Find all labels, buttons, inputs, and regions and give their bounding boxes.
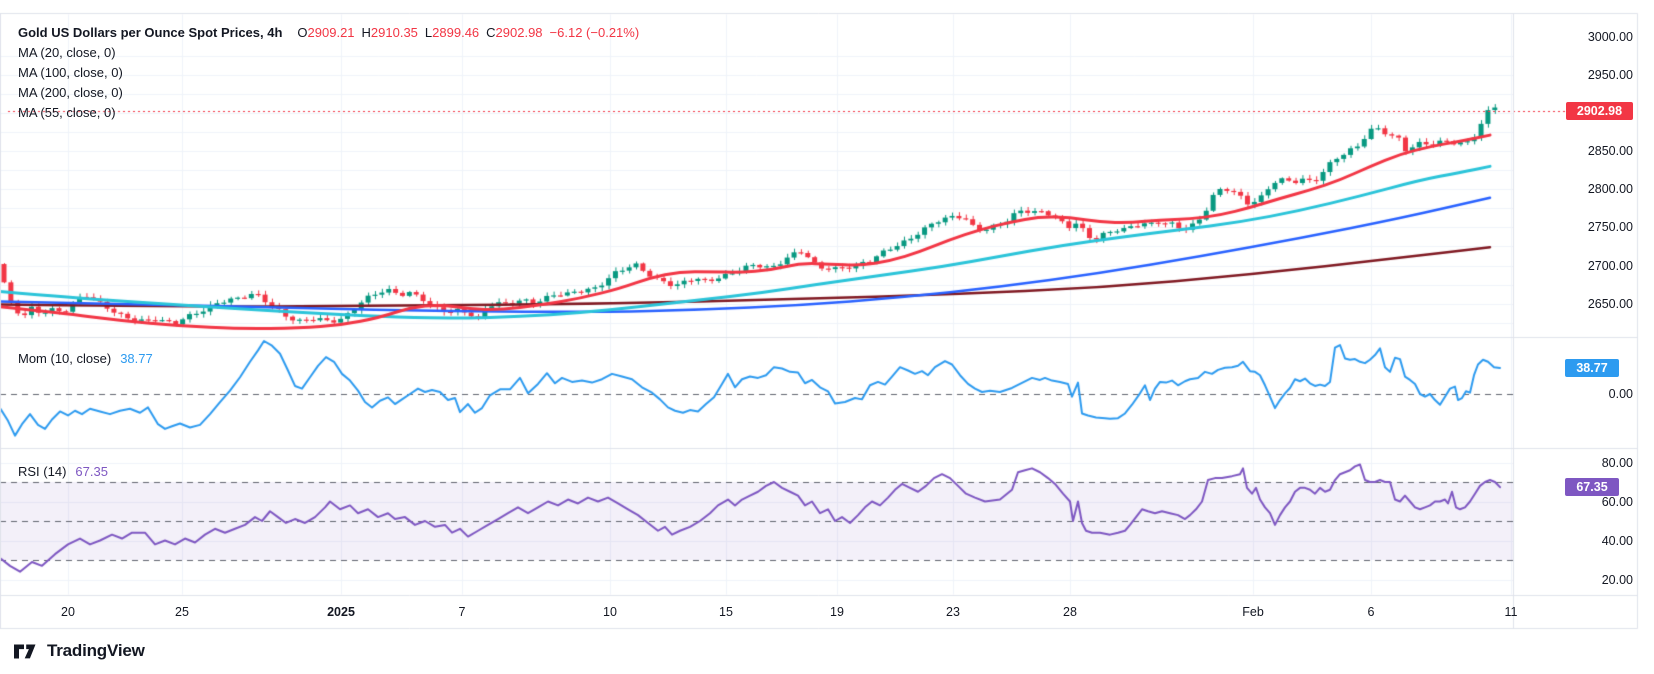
axis-label: 60.00 xyxy=(1602,494,1633,510)
symbol-legend-row[interactable]: Gold US Dollars per Ounce Spot Prices, 4… xyxy=(18,23,639,43)
tradingview-logo[interactable]: TradingView xyxy=(14,641,145,661)
axis-label: 0.00 xyxy=(1609,386,1633,402)
chart-widget: Gold US Dollars per Ounce Spot Prices, 4… xyxy=(0,0,1654,674)
axis-label: 20.00 xyxy=(1602,572,1633,588)
time-axis-label: 20 xyxy=(61,604,75,620)
axis-label: 40.00 xyxy=(1602,533,1633,549)
mom-value-badge: 38.77 xyxy=(1565,359,1619,377)
time-axis-label: Feb xyxy=(1242,604,1264,620)
rsi-label: RSI (14) xyxy=(18,464,66,479)
axis-label: 2850.00 xyxy=(1588,143,1633,159)
low-value: 2899.46 xyxy=(432,25,479,40)
close-value: 2902.98 xyxy=(496,25,543,40)
open-value: 2909.21 xyxy=(308,25,355,40)
ma200-legend[interactable]: MA (200, close, 0) xyxy=(18,83,639,103)
momentum-pane-legend[interactable]: Mom (10, close) 38.77 xyxy=(18,349,153,369)
ma55-legend[interactable]: MA (55, close, 0) xyxy=(18,103,639,123)
axis-label: 2700.00 xyxy=(1588,258,1633,274)
change-value: −6.12 (−0.21%) xyxy=(550,25,640,40)
tradingview-logo-text: TradingView xyxy=(47,641,145,661)
close-label: C xyxy=(486,25,495,40)
time-axis-label: 23 xyxy=(946,604,960,620)
rsi-value-badge: 67.35 xyxy=(1565,478,1619,496)
high-label: H xyxy=(362,25,371,40)
mom-label: Mom (10, close) xyxy=(18,351,111,366)
time-axis-label: 7 xyxy=(459,604,466,620)
symbol-title: Gold US Dollars per Ounce Spot Prices, 4… xyxy=(18,25,282,40)
axis-label: 3000.00 xyxy=(1588,29,1633,45)
mom-value: 38.77 xyxy=(120,351,153,366)
ma20-legend[interactable]: MA (20, close, 0) xyxy=(18,43,639,63)
rsi-pane-legend[interactable]: RSI (14) 67.35 xyxy=(18,462,108,482)
time-axis-label: 2025 xyxy=(327,604,355,620)
ma100-legend[interactable]: MA (100, close, 0) xyxy=(18,63,639,83)
price-pane-legend[interactable]: Gold US Dollars per Ounce Spot Prices, 4… xyxy=(18,23,639,123)
rsi-value: 67.35 xyxy=(75,464,108,479)
axis-label: 80.00 xyxy=(1602,455,1633,471)
time-axis-label: 25 xyxy=(175,604,189,620)
time-axis-label: 19 xyxy=(830,604,844,620)
high-value: 2910.35 xyxy=(371,25,418,40)
time-axis-label: 28 xyxy=(1063,604,1077,620)
time-axis-label: 15 xyxy=(719,604,733,620)
tradingview-logo-icon xyxy=(14,644,40,659)
axis-label: 2650.00 xyxy=(1588,296,1633,312)
axis-label: 2750.00 xyxy=(1588,219,1633,235)
time-axis-label: 11 xyxy=(1505,604,1518,620)
open-label: O xyxy=(297,25,307,40)
time-axis-label: 6 xyxy=(1368,604,1375,620)
axis-label: 2950.00 xyxy=(1588,67,1633,83)
axis-label: 2800.00 xyxy=(1588,181,1633,197)
time-axis-label: 10 xyxy=(603,604,617,620)
last-price-badge: 2902.98 xyxy=(1566,102,1633,120)
